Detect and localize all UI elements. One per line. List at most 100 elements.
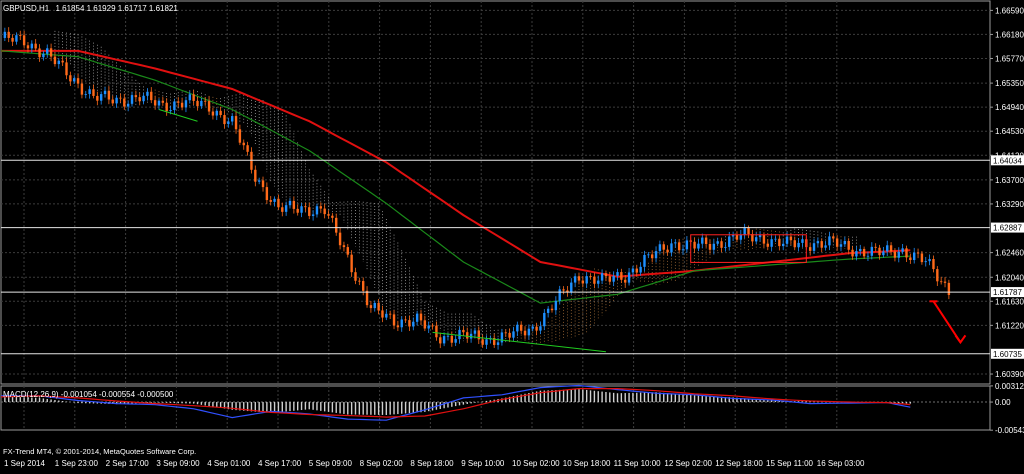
bull-candle (839, 244, 843, 247)
bear-candle (207, 101, 211, 112)
bull-candle (616, 272, 619, 276)
bull-candle (728, 236, 731, 247)
x-tick-label: 4 Sep 17:00 (258, 459, 302, 468)
bear-candle (234, 116, 238, 130)
bear-candle (889, 245, 893, 252)
y-tick-label: 1.62460 (995, 249, 1024, 258)
bear-candle (893, 251, 897, 258)
bull-candle (897, 251, 900, 258)
bull-candle (496, 342, 500, 345)
bull-candle (543, 312, 546, 327)
bull-candle (724, 246, 727, 248)
bear-candle (388, 313, 392, 315)
bull-candle (859, 248, 862, 252)
bull-candle (458, 329, 461, 340)
bear-candle (265, 187, 269, 201)
chart-window[interactable]: 1.64034 1.62887 1.61787 1.60735 1 Sep 2014 1… (0, 0, 1024, 469)
bull-candle (230, 116, 234, 122)
bear-candle (165, 102, 168, 112)
bull-candle (670, 243, 673, 253)
bear-candle (905, 248, 908, 258)
moving-average-red (1, 49, 911, 278)
bull-candle (654, 251, 658, 259)
bear-candle (523, 330, 527, 336)
level-label: 1.60735 (993, 350, 1022, 359)
bear-candle (261, 180, 265, 188)
bear-candle (693, 241, 696, 249)
bear-candle (34, 43, 37, 49)
bull-candle (612, 275, 615, 282)
y-tick-label: 1.65770 (995, 54, 1024, 63)
bull-candle (928, 259, 931, 262)
bear-candle (365, 290, 369, 306)
bear-candle (292, 200, 296, 209)
bear-candle (577, 276, 581, 281)
bear-candle (53, 56, 57, 65)
bull-candle (674, 242, 677, 244)
bear-candle (69, 75, 72, 82)
bull-candle (184, 100, 188, 108)
bear-candle (277, 198, 280, 208)
bull-candle (446, 335, 450, 337)
bear-candle (666, 249, 669, 253)
ohlc-values: 1.61854 1.61929 1.61717 1.61821 (55, 4, 178, 13)
bear-candle (766, 243, 769, 247)
bear-candle (943, 281, 947, 283)
x-tick-label: 12 Sep 02:00 (664, 459, 712, 468)
bear-candle (219, 110, 222, 116)
x-tick-label: 12 Sep 18:00 (715, 459, 763, 468)
x-tick-label: 3 Sep 09:00 (156, 459, 200, 468)
bear-candle (423, 320, 427, 329)
bear-candle (107, 90, 111, 100)
copyright-label: FX-Trend MT4, © 2001-2014, MetaQuotes So… (3, 447, 197, 456)
bull-candle (658, 244, 662, 252)
bull-candle (427, 325, 430, 329)
symbol-timeframe: GBPUSD,H1 (3, 4, 50, 13)
bull-candle (103, 90, 107, 95)
moving-average-green (0, 50, 911, 304)
bull-candle (473, 330, 477, 334)
macd-y-tick-label: -0.005436 (995, 426, 1024, 435)
bull-candle (585, 276, 588, 284)
bull-candle (843, 240, 847, 245)
bear-candle (916, 252, 920, 254)
bear-candle (550, 308, 554, 311)
bull-candle (485, 339, 488, 345)
bear-candle (581, 280, 585, 284)
bear-candle (65, 62, 68, 76)
bull-candle (500, 332, 504, 343)
bear-candle (562, 289, 565, 291)
y-tick-label: 1.64120 (995, 151, 1024, 160)
bull-candle (697, 243, 700, 249)
bull-candle (227, 121, 230, 125)
bull-candle (412, 321, 415, 327)
bull-candle (516, 324, 519, 332)
bear-candle (319, 206, 323, 209)
bull-candle (774, 238, 777, 240)
bear-candle (38, 48, 41, 58)
bull-candle (639, 266, 642, 273)
bear-candle (874, 246, 877, 248)
bear-candle (832, 236, 835, 239)
bear-candle (196, 100, 199, 107)
x-tick-label: 5 Sep 09:00 (309, 459, 353, 468)
macd-y-tick-label: 0.003121 (995, 382, 1024, 391)
bear-candle (342, 245, 346, 248)
bear-candle (180, 102, 184, 108)
bull-candle (273, 198, 276, 202)
bear-candle (677, 242, 681, 251)
x-tick-label: 10 Sep 02:00 (512, 459, 560, 468)
bear-candle (435, 325, 438, 338)
bear-candle (223, 115, 226, 125)
bear-candle (161, 100, 165, 103)
bear-candle (49, 48, 53, 57)
bear-candle (504, 332, 507, 334)
bear-candle (392, 314, 396, 326)
bear-candle (304, 206, 307, 208)
bear-candle (246, 145, 249, 152)
bull-candle (716, 241, 719, 244)
bear-candle (851, 249, 854, 257)
bull-candle (146, 91, 149, 96)
bull-candle (855, 251, 858, 257)
bear-candle (7, 31, 10, 38)
